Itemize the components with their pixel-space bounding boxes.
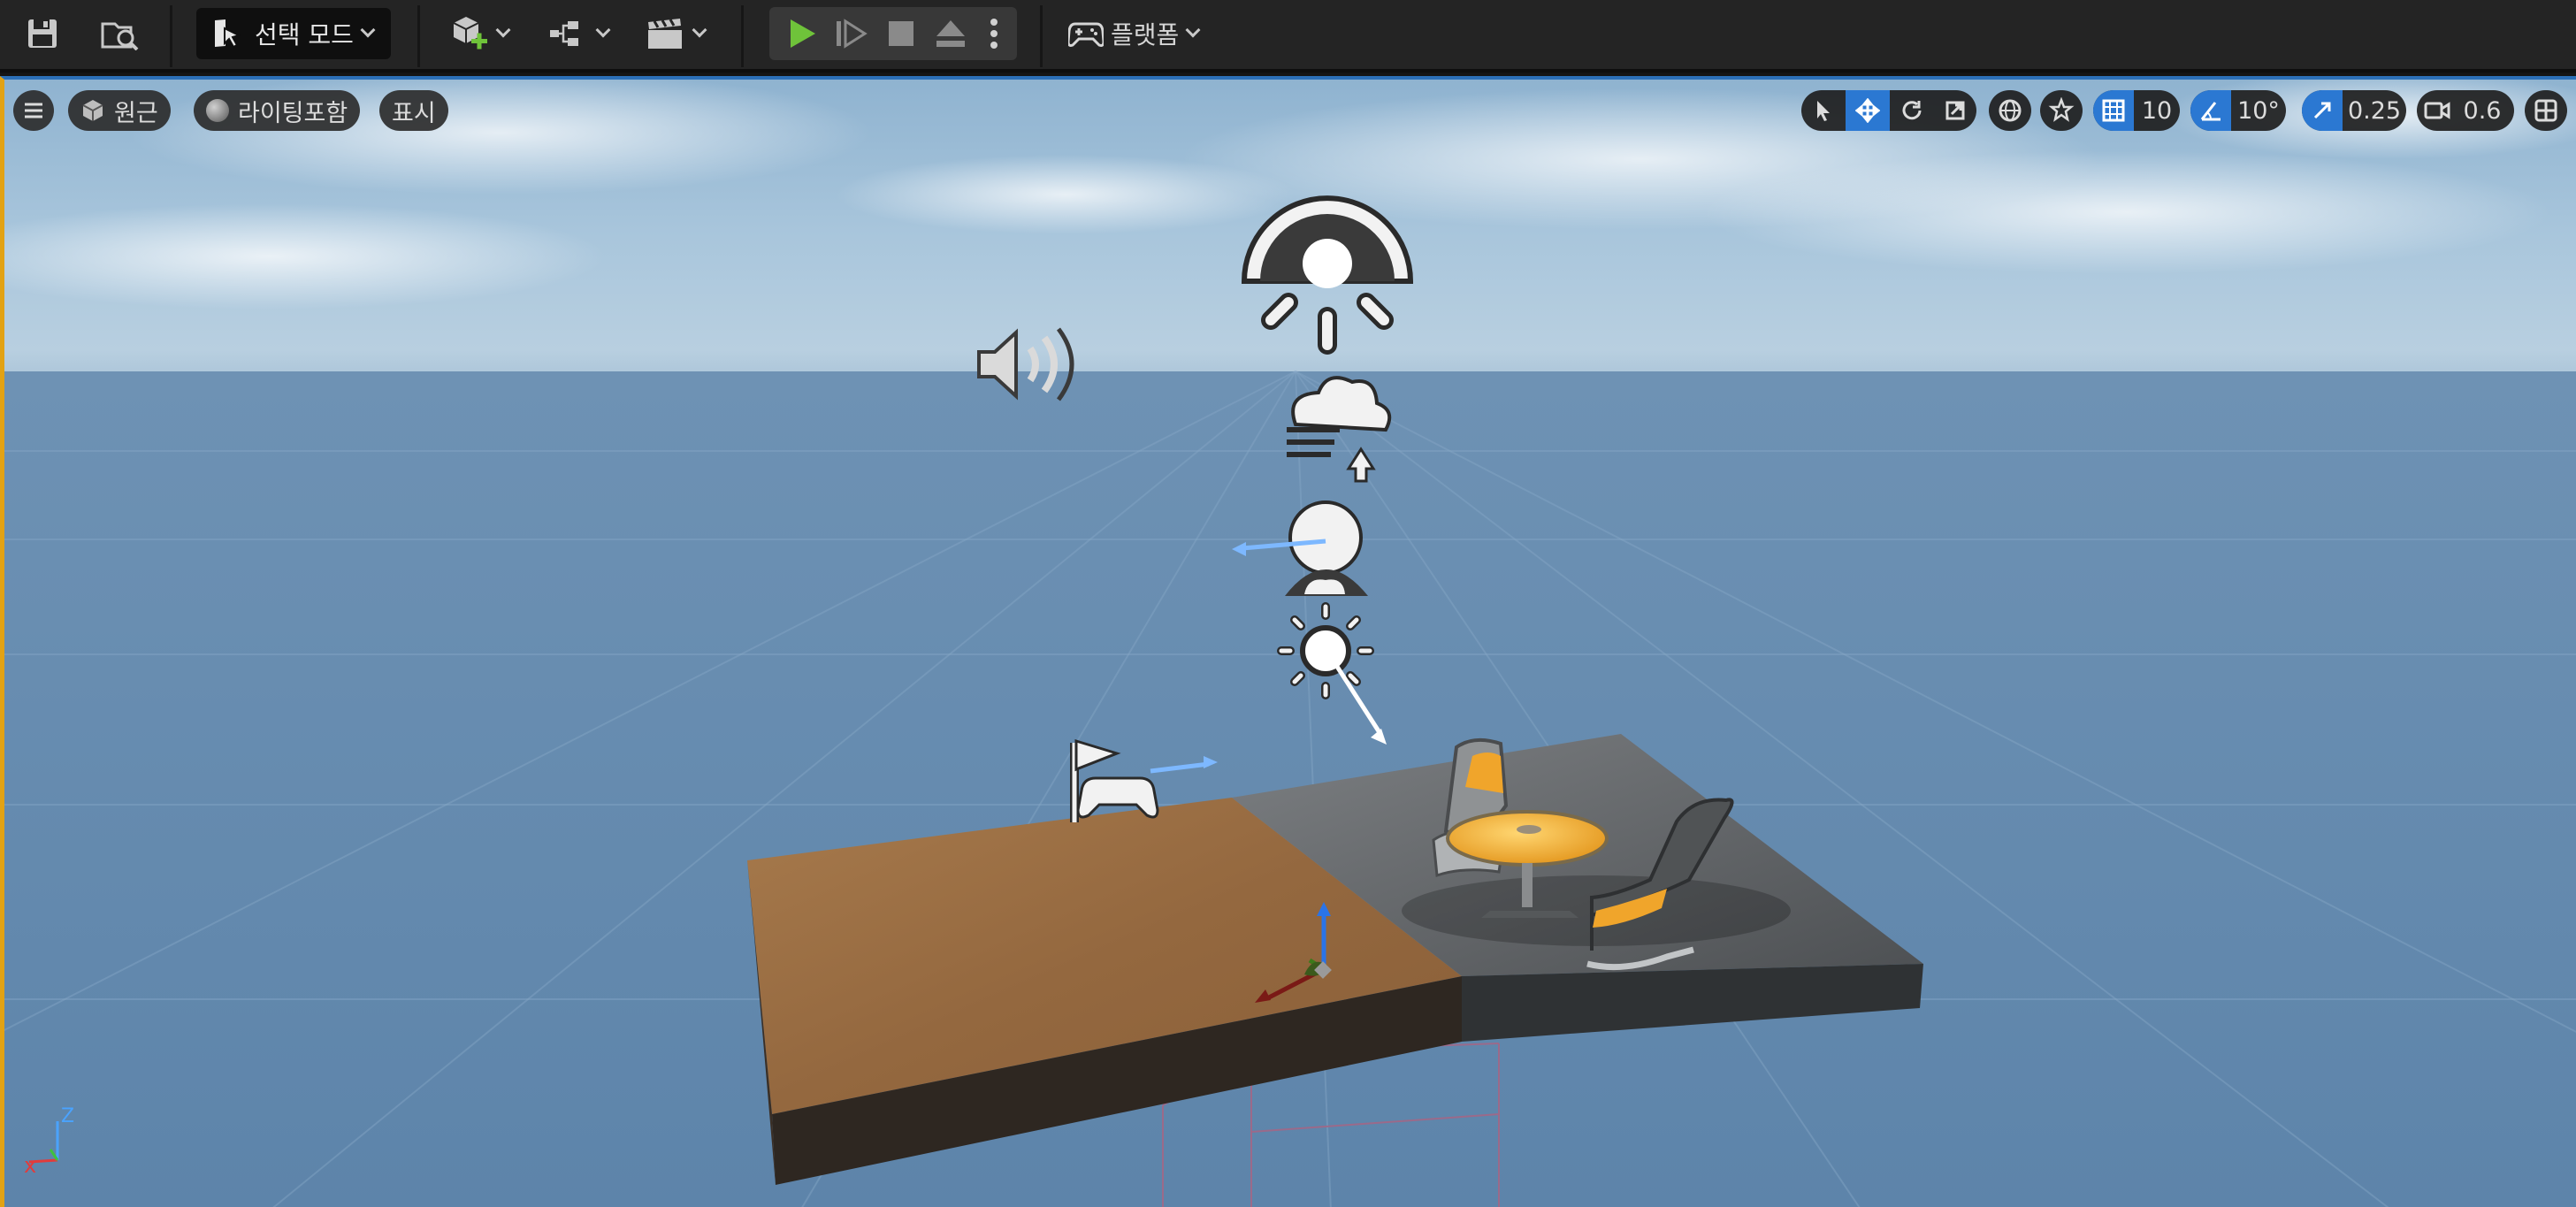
main-toolbar: 선택 모드 플랫폼 — [0, 0, 2576, 73]
add-actor-icon — [453, 17, 487, 50]
scale-snap-control[interactable]: 0.25 — [2302, 90, 2406, 131]
move-icon — [1855, 98, 1880, 123]
show-flags-button[interactable]: 표시 — [379, 90, 448, 131]
toolbar-divider — [170, 5, 172, 67]
level-viewport[interactable]: x Z 원근 라이팅포함 표시 10 10° 0.25 0.6 — [0, 76, 2576, 1207]
scale-icon — [1945, 101, 1965, 120]
mode-label: 선택 모드 — [255, 20, 354, 50]
gamepad-icon — [1068, 22, 1104, 47]
grid-snap-toggle[interactable] — [2093, 90, 2134, 131]
save-button[interactable] — [21, 9, 64, 58]
platforms-button[interactable]: 플랫폼 — [1068, 9, 1201, 58]
toolbar-divider — [741, 5, 744, 67]
axis-z-label: Z — [61, 1105, 75, 1127]
platform-label: 플랫폼 — [1111, 20, 1180, 50]
lit-sphere-icon — [206, 99, 229, 122]
transform-tools — [1801, 90, 1976, 131]
chevron-down-icon — [495, 22, 511, 38]
blueprint-icon — [550, 21, 578, 46]
rotate-icon — [1902, 101, 1922, 120]
surface-snap-icon — [2048, 97, 2075, 122]
angle-icon — [2200, 102, 2221, 121]
surface-snap-button[interactable] — [2040, 90, 2083, 131]
rotation-snap-toggle[interactable] — [2190, 90, 2231, 131]
grid-snap-control[interactable]: 10 — [2093, 90, 2180, 131]
layout-icon — [2534, 99, 2557, 122]
perspective-button[interactable]: 원근 — [68, 90, 171, 131]
clapperboard-icon — [648, 19, 682, 49]
viewport-menu-button[interactable] — [13, 90, 54, 131]
select-mode-icon — [215, 19, 241, 49]
scale-snap-value[interactable]: 0.25 — [2343, 90, 2406, 131]
cube-icon — [82, 100, 103, 121]
eject-button[interactable] — [929, 9, 973, 58]
viewport-layout-button[interactable] — [2525, 90, 2567, 131]
scale-snap-icon — [2313, 102, 2331, 119]
view-mode-button[interactable]: 라이팅포함 — [194, 90, 361, 131]
content-browser-button[interactable] — [96, 9, 145, 58]
rotation-snap-value[interactable]: 10° — [2231, 90, 2286, 131]
grid-icon — [2102, 99, 2125, 122]
grid-snap-value[interactable]: 10 — [2134, 90, 2180, 131]
perspective-label: 원근 — [114, 99, 158, 127]
view-mode-label: 라이팅포함 — [238, 99, 348, 127]
blueprint-button[interactable] — [543, 9, 614, 58]
scene-render[interactable]: x — [4, 80, 2576, 1207]
save-icon — [28, 19, 57, 48]
play-button[interactable] — [780, 9, 824, 58]
vertical-dots-icon — [990, 19, 998, 49]
chevron-down-icon — [1185, 22, 1201, 38]
video-camera-icon — [2424, 102, 2450, 119]
translate-tool-button[interactable] — [1846, 90, 1890, 131]
frame-step-icon — [837, 19, 868, 49]
hamburger-icon — [25, 103, 42, 118]
add-actor-button[interactable] — [444, 9, 515, 58]
camera-speed-control[interactable]: 0.6 — [2417, 90, 2514, 131]
svg-text:x: x — [24, 1153, 36, 1178]
directional-light-sprite — [1241, 195, 1414, 355]
toolbar-divider — [1040, 5, 1043, 67]
stop-button[interactable] — [879, 9, 923, 58]
content-browser-icon — [101, 22, 139, 50]
chevron-down-icon — [360, 22, 376, 38]
toolbar-divider — [417, 5, 420, 67]
cinematics-button[interactable] — [640, 9, 711, 58]
chevron-down-icon — [595, 22, 611, 38]
play-icon — [791, 19, 815, 48]
eject-icon — [936, 20, 965, 47]
camera-speed-icon-wrap — [2417, 90, 2458, 131]
scale-snap-toggle[interactable] — [2302, 90, 2343, 131]
camera-speed-value[interactable]: 0.6 — [2458, 90, 2507, 131]
chevron-down-icon — [692, 22, 707, 38]
selection-mode-dropdown[interactable]: 선택 모드 — [196, 8, 391, 59]
scale-tool-button[interactable] — [1934, 90, 1976, 131]
rotation-snap-control[interactable]: 10° — [2190, 90, 2286, 131]
play-options-button[interactable] — [976, 9, 1012, 58]
play-controls — [769, 7, 1017, 60]
select-tool-button[interactable] — [1801, 90, 1846, 131]
world-local-toggle[interactable] — [1989, 90, 2031, 131]
rotate-tool-button[interactable] — [1890, 90, 1934, 131]
cursor-icon — [1817, 101, 1830, 121]
globe-icon — [1999, 99, 2022, 122]
show-label: 표시 — [392, 99, 436, 127]
stop-icon — [889, 21, 913, 46]
frame-step-button[interactable] — [829, 9, 874, 58]
